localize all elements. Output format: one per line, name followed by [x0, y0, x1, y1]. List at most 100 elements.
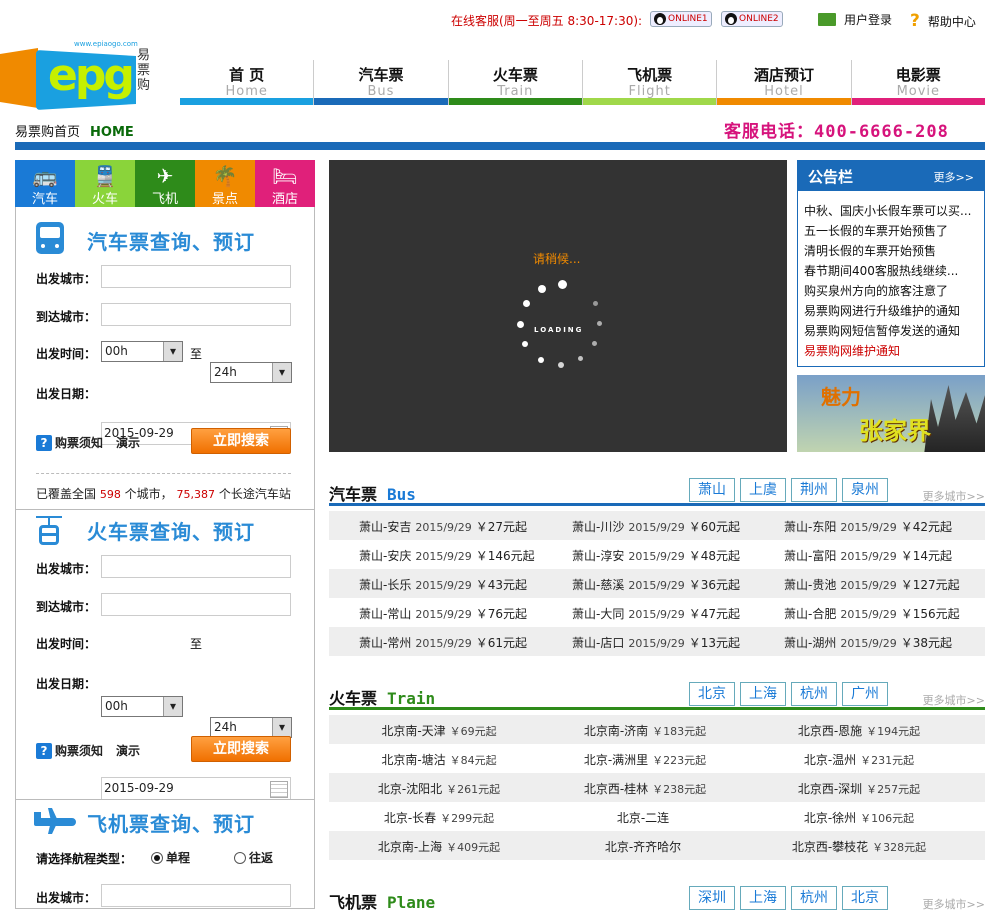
train-route-link[interactable]: 北京-温州 ￥231元起 — [791, 751, 931, 768]
tab-scenic[interactable]: 🌴 景点 — [195, 160, 255, 207]
bus-route-link[interactable]: 萧山-店口 2015/9/29 ￥13元起 — [572, 634, 740, 651]
train-route-link[interactable]: 北京西-桂林 ￥238元起 — [577, 780, 717, 797]
tab-bus[interactable]: 🚌 汽车 — [15, 160, 75, 207]
train-city-tab[interactable]: 杭州 — [791, 682, 837, 706]
bus-route-link[interactable]: 萧山-川沙 2015/9/29 ￥60元起 — [572, 518, 740, 535]
plane-more-cities-link[interactable]: 更多城市>> — [923, 896, 985, 912]
train-route-link[interactable]: 北京南-塘沽 ￥84元起 — [371, 751, 511, 768]
notice-more-link[interactable]: 更多>> — [934, 169, 974, 185]
bus-route-link[interactable]: 萧山-大同 2015/9/29 ￥47元起 — [572, 605, 740, 622]
train-route-link[interactable]: 北京-徐州 ￥106元起 — [791, 809, 931, 826]
train-from-label: 出发城市： — [36, 562, 97, 576]
user-login-link[interactable]: 用户登录 — [818, 11, 892, 28]
bus-route-row: 萧山-常山 2015/9/29 ￥76元起 萧山-大同 2015/9/29 ￥47元起 萧山… — [329, 598, 985, 627]
plane-city-tab[interactable]: 北京 — [842, 886, 888, 910]
notice-item[interactable]: 清明长假的车票开始预售 — [804, 242, 980, 259]
tab-plane[interactable]: ✈ 飞机 — [135, 160, 195, 207]
bus-route-link[interactable]: 萧山-安吉 2015/9/29 ￥27元起 — [359, 518, 527, 535]
train-route-link[interactable]: 北京西-深圳 ￥257元起 — [791, 780, 931, 797]
plane-city-tab[interactable]: 杭州 — [791, 886, 837, 910]
bus-more-cities-link[interactable]: 更多城市>> — [923, 488, 985, 504]
notice-board: 公告栏 更多>> 中秋、国庆小长假车票可以买... 五一长假的车票开始预售了 清… — [797, 160, 985, 367]
train-route-link[interactable]: 北京-沈阳北 ￥261元起 — [371, 780, 511, 797]
notice-item[interactable]: 五一长假的车票开始预售了 — [804, 222, 980, 239]
train-route-link[interactable]: 北京南-上海 ￥409元起 — [371, 838, 511, 855]
nav-flight[interactable]: 飞机票 Flight — [582, 60, 718, 105]
bus-purchase-notice[interactable]: ? 购票须知 演示 — [36, 434, 140, 451]
notice-item[interactable]: 易票购网维护通知 — [804, 342, 980, 359]
nav-movie[interactable]: 电影票 Movie — [851, 60, 985, 105]
bus-route-link[interactable]: 萧山-东阳 2015/9/29 ￥42元起 — [784, 518, 952, 535]
bus-city-tab[interactable]: 荆州 — [791, 478, 837, 502]
notice-item[interactable]: 春节期间400客服热线继续... — [804, 262, 980, 279]
bus-route-link[interactable]: 萧山-慈溪 2015/9/29 ￥36元起 — [572, 576, 740, 593]
round-trip-radio[interactable]: 往返 — [234, 849, 273, 866]
flight-from-city-input[interactable] — [101, 884, 291, 907]
bus-search-button[interactable]: 立即搜索 — [191, 428, 291, 454]
bus-from-city-input[interactable] — [101, 265, 291, 288]
tab-train[interactable]: 🚆 火车 — [75, 160, 135, 207]
train-date-input[interactable]: 2015-09-29 — [101, 777, 291, 800]
train-purchase-notice[interactable]: ? 购票须知 演示 — [36, 742, 140, 759]
train-city-tab[interactable]: 上海 — [740, 682, 786, 706]
bus-route-link[interactable]: 萧山-湖州 2015/9/29 ￥38元起 — [784, 634, 952, 651]
qq-online2-button[interactable]: ONLINE2 — [721, 11, 783, 27]
train-demo-link[interactable]: 演示 — [116, 742, 140, 759]
train-city-tab[interactable]: 广州 — [842, 682, 888, 706]
one-way-radio[interactable]: 单程 — [151, 849, 190, 866]
nav-train[interactable]: 火车票 Train — [448, 60, 583, 105]
bus-demo-link[interactable]: 演示 — [116, 434, 140, 451]
train-route-link[interactable]: 北京南-天津 ￥69元起 — [371, 722, 511, 739]
train-city-tab[interactable]: 北京 — [689, 682, 735, 706]
bus-city-tab[interactable]: 萧山 — [689, 478, 735, 502]
train-from-city-input[interactable] — [101, 555, 291, 578]
help-center-link[interactable]: ? 帮助中心 — [910, 11, 976, 31]
bus-route-link[interactable]: 萧山-贵池 2015/9/29 ￥127元起 — [784, 576, 960, 593]
bus-route-link[interactable]: 萧山-淳安 2015/9/29 ￥48元起 — [572, 547, 740, 564]
flight-type-label: 请选择航程类型： — [36, 852, 133, 866]
train-route-link[interactable]: 北京南-济南 ￥183元起 — [577, 722, 717, 739]
bus-route-link[interactable]: 萧山-合肥 2015/9/29 ￥156元起 — [784, 605, 960, 622]
notice-item[interactable]: 易票购网进行升级维护的通知 — [804, 302, 980, 319]
train-route-link[interactable]: 北京西-恩施 ￥194元起 — [791, 722, 931, 739]
train-route-link[interactable]: 北京-长春 ￥299元起 — [371, 809, 511, 826]
zhangjiajie-banner[interactable]: 魅力 张家界 — [797, 375, 985, 452]
plane-city-tab[interactable]: 深圳 — [689, 886, 735, 910]
train-time-from-select[interactable]: 00h — [101, 696, 183, 717]
bus-route-link[interactable]: 萧山-常山 2015/9/29 ￥76元起 — [359, 605, 527, 622]
bus-route-link[interactable]: 萧山-富阳 2015/9/29 ￥14元起 — [784, 547, 952, 564]
train-time-to-select[interactable]: 24h — [210, 717, 292, 738]
notice-title: 公告栏 — [808, 168, 854, 186]
notice-item[interactable]: 易票购网短信暂停发送的通知 — [804, 322, 980, 339]
notice-item[interactable]: 购买泉州方向的旅客注意了 — [804, 282, 980, 299]
bus-time-from-select[interactable]: 00h — [101, 341, 183, 362]
bus-route-link[interactable]: 萧山-安庆 2015/9/29 ￥146元起 — [359, 547, 535, 564]
nav-home[interactable]: 首 页 Home — [180, 60, 315, 105]
bus-route-link[interactable]: 萧山-常州 2015/9/29 ￥61元起 — [359, 634, 527, 651]
plane-icon: ✈ — [156, 164, 174, 188]
train-search-button[interactable]: 立即搜索 — [191, 736, 291, 762]
train-route-link[interactable]: 北京-二连 — [577, 809, 717, 826]
breadcrumb-site-link[interactable]: 易票购首页 — [15, 125, 80, 140]
train-more-cities-link[interactable]: 更多城市>> — [923, 692, 985, 708]
site-logo[interactable]: www.epiaogo.com epg 易票购 — [0, 40, 155, 112]
train-route-link[interactable]: 北京-满洲里 ￥223元起 — [577, 751, 717, 768]
train-to-city-input[interactable] — [101, 593, 291, 616]
nav-bus[interactable]: 汽车票 Bus — [314, 60, 449, 105]
bus-time-to-word: 至 — [190, 347, 203, 361]
plane-city-tab[interactable]: 上海 — [740, 886, 786, 910]
qq-online1-button[interactable]: ONLINE1 — [650, 11, 712, 27]
notice-item[interactable]: 中秋、国庆小长假车票可以买... — [804, 202, 980, 219]
train-route-row: 北京-沈阳北 ￥261元起 北京西-桂林 ￥238元起 北京西-深圳 ￥257元起 — [329, 773, 985, 802]
tab-hotel[interactable]: 🛏 酒店 — [255, 160, 315, 207]
bus-to-city-input[interactable] — [101, 303, 291, 326]
train-to-label: 到达城市： — [36, 600, 97, 614]
bus-city-tab[interactable]: 上虞 — [740, 478, 786, 502]
bus-route-row: 萧山-常州 2015/9/29 ￥61元起 萧山-店口 2015/9/29 ￥13元起 萧山… — [329, 627, 985, 656]
bus-city-tab[interactable]: 泉州 — [842, 478, 888, 502]
train-route-link[interactable]: 北京西-攀枝花 ￥328元起 — [791, 838, 931, 855]
bus-route-link[interactable]: 萧山-长乐 2015/9/29 ￥43元起 — [359, 576, 527, 593]
bus-time-to-select[interactable]: 24h — [210, 362, 292, 383]
nav-hotel[interactable]: 酒店预订 Hotel — [717, 60, 852, 105]
train-route-link[interactable]: 北京-齐齐哈尔 — [577, 838, 717, 855]
